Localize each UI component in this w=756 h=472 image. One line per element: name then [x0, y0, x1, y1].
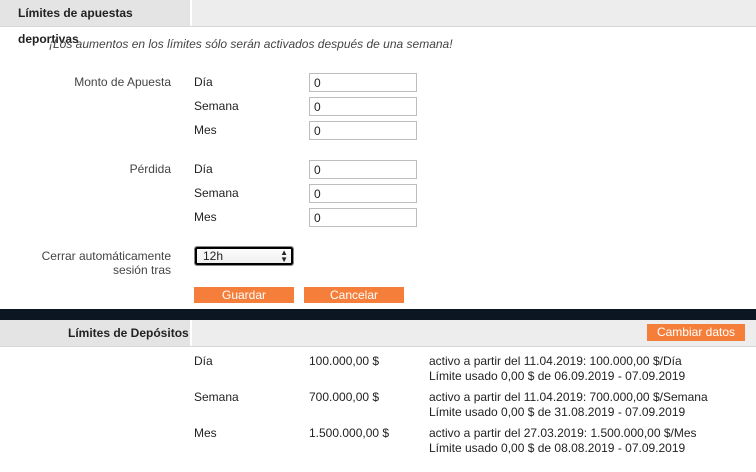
bet-amount-day-input[interactable]	[309, 73, 417, 92]
loss-month-input[interactable]	[309, 208, 417, 227]
deposit-day-used: Límite usado 0,00 $ de 06.09.2019 - 07.0…	[429, 369, 686, 383]
auto-logout-label: Cerrar automáticamente sesión tras	[41, 249, 171, 277]
betting-limits-header: Límites de apuestas deportivas	[0, 0, 756, 46]
deposit-week-used: Límite usado 0,00 $ de 31.08.2019 - 07.0…	[429, 405, 686, 419]
deposit-limits-panel: Límites de Depósitos Cambiar datos Día 1…	[0, 320, 756, 472]
bet-amount-month-input[interactable]	[309, 121, 417, 140]
deposit-day-period: Día	[194, 354, 213, 368]
deposit-day-amount: 100.000,00 $	[309, 354, 380, 368]
change-data-button[interactable]: Cambiar datos	[647, 324, 745, 341]
deposit-month-amount: 1.500.000,00 $	[309, 426, 390, 440]
bet-amount-day-label: Día	[194, 75, 213, 89]
cancel-button[interactable]: Cancelar	[304, 287, 404, 303]
loss-week-input[interactable]	[309, 184, 417, 203]
loss-group-label: Pérdida	[129, 162, 171, 176]
auto-logout-select[interactable]: 12h ▲ ▼	[194, 246, 294, 266]
deposit-month-active: activo a partir del 27.03.2019: 1.500.00…	[429, 426, 697, 440]
deposit-week-period: Semana	[194, 390, 239, 404]
limits-notice: ¡Los aumentos en los límites sólo serán …	[49, 37, 453, 51]
deposit-limits-header: Límites de Depósitos Cambiar datos	[0, 320, 756, 347]
auto-logout-value: 12h	[203, 249, 224, 263]
loss-month-label: Mes	[194, 210, 217, 224]
betting-limits-panel: Límites de apuestas deportivas ¡Los aume…	[0, 0, 756, 309]
save-button[interactable]: Guardar	[194, 287, 294, 303]
select-arrows-icon: ▲ ▼	[280, 248, 288, 264]
bet-amount-week-input[interactable]	[309, 97, 417, 116]
bet-amount-group-label: Monto de Apuesta	[74, 75, 171, 89]
bet-amount-month-label: Mes	[194, 123, 217, 137]
deposit-day-active: activo a partir del 11.04.2019: 100.000,…	[429, 354, 682, 368]
loss-day-input[interactable]	[309, 160, 417, 179]
deposit-week-active: activo a partir del 11.04.2019: 700.000,…	[429, 390, 708, 404]
deposit-week-amount: 700.000,00 $	[309, 390, 380, 404]
deposit-month-used: Límite usado 0,00 $ de 08.08.2019 - 07.0…	[429, 441, 686, 455]
betting-limits-title: Límites de apuestas deportivas	[0, 0, 192, 46]
deposit-limits-title: Límites de Depósitos	[0, 320, 192, 346]
loss-day-label: Día	[194, 162, 213, 176]
bet-amount-week-label: Semana	[194, 99, 239, 113]
deposit-month-period: Mes	[194, 426, 217, 440]
loss-week-label: Semana	[194, 186, 239, 200]
